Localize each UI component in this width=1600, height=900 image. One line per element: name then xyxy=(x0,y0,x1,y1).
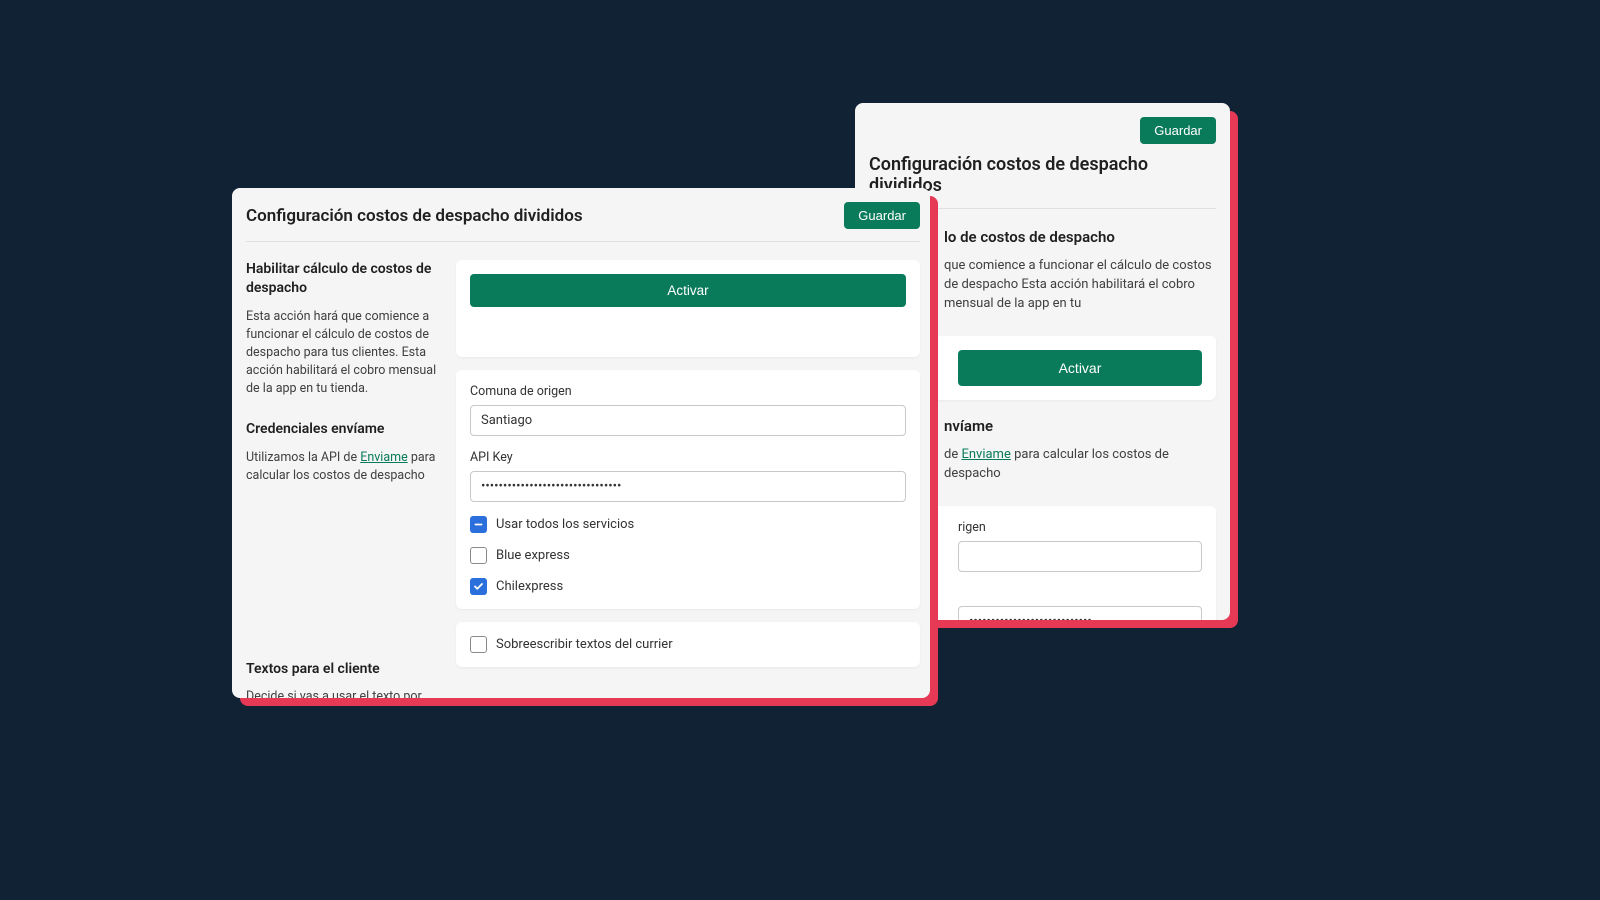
clienttext-section-desc: Decide si vas a usar el texto por defect… xyxy=(246,688,438,698)
enable-section-title: Habilitar cálculo de costos de despacho xyxy=(246,260,438,298)
comuna-label: Comuna de origen xyxy=(470,384,906,399)
minus-icon xyxy=(470,516,487,533)
credentials-section-desc: Utilizamos la API de Enviame para calcul… xyxy=(246,449,438,485)
checkbox-all-services[interactable]: Usar todos los servicios xyxy=(470,516,906,533)
main-column: Activar Comuna de origen API Key Usar to… xyxy=(456,260,920,698)
clienttext-card: Sobreescribir textos del currier xyxy=(456,622,920,667)
header: Configuración costos de despacho dividid… xyxy=(246,202,920,242)
save-button[interactable]: Guardar xyxy=(844,202,920,229)
activate-button[interactable]: Activar xyxy=(958,350,1202,386)
activate-button[interactable]: Activar xyxy=(470,274,906,307)
activate-card: Activar xyxy=(456,260,920,357)
checkbox-blue-express[interactable]: Blue express xyxy=(470,547,906,564)
checkbox-override-text[interactable]: Sobreescribir textos del currier xyxy=(470,636,906,653)
checkbox-icon xyxy=(470,547,487,564)
comuna-input[interactable] xyxy=(470,405,906,436)
comuna-label: rigen xyxy=(883,520,1202,535)
config-panel-front: Configuración costos de despacho dividid… xyxy=(232,188,930,698)
comuna-input[interactable] xyxy=(958,541,1202,572)
credentials-section-title: Credenciales envíame xyxy=(246,420,438,439)
side-column: Habilitar cálculo de costos de despacho … xyxy=(246,260,438,698)
credentials-card: Comuna de origen API Key Usar todos los … xyxy=(456,370,920,609)
clienttext-section-title: Textos para el cliente xyxy=(246,660,438,679)
enviame-link[interactable]: Enviame xyxy=(961,447,1010,462)
apikey-input[interactable] xyxy=(470,471,906,502)
checkbox-chilexpress[interactable]: Chilexpress xyxy=(470,578,906,595)
save-button[interactable]: Guardar xyxy=(1140,117,1216,144)
checkbox-icon xyxy=(470,636,487,653)
enviame-link[interactable]: Enviame xyxy=(360,450,408,465)
page-title: Configuración costos de despacho dividid… xyxy=(246,206,583,226)
apikey-input[interactable] xyxy=(958,606,1202,620)
check-icon xyxy=(470,578,487,595)
enable-section-desc: Esta acción hará que comience a funciona… xyxy=(246,308,438,399)
apikey-label: API Key xyxy=(470,450,906,465)
apikey-label xyxy=(883,586,1202,600)
